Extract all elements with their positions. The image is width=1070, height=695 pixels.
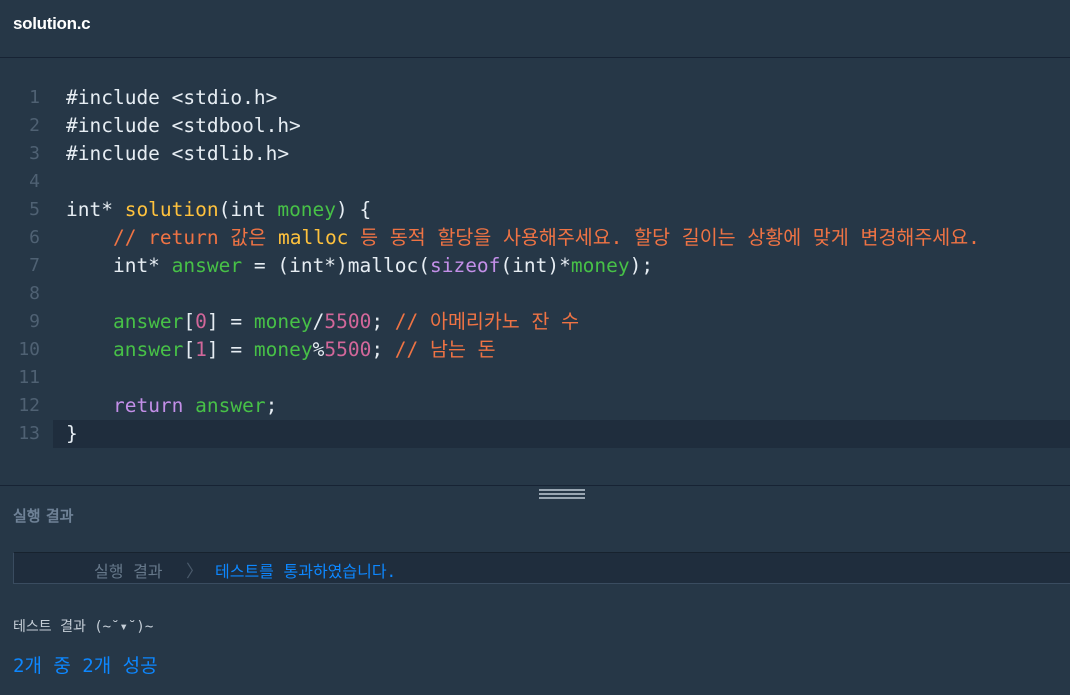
code-text[interactable] — [53, 168, 1070, 196]
code-text[interactable]: int* solution(int money) { — [53, 196, 1070, 224]
code-token: solution — [124, 198, 219, 221]
code-token: [ — [183, 338, 196, 361]
code-token: [ — [183, 310, 196, 333]
status-message: 테스트를 통과하였습니다. — [215, 562, 397, 581]
code-token: return — [112, 394, 184, 417]
code-line[interactable]: 4 — [0, 168, 1070, 196]
code-token: malloc — [277, 226, 349, 249]
code-token: // return 값은 — [66, 226, 278, 249]
line-number: 6 — [29, 227, 40, 248]
code-text[interactable]: #include <stdlib.h> — [53, 140, 1070, 168]
code-text[interactable] — [53, 364, 1070, 392]
code-line[interactable]: 11 — [0, 364, 1070, 392]
code-line[interactable]: 9 answer[0] = money/5500; // 아메리카노 잔 수 — [0, 308, 1070, 336]
code-text[interactable]: int* answer = (int*)malloc(sizeof(int)*m… — [53, 252, 1070, 280]
line-number: 8 — [29, 283, 40, 304]
code-line[interactable]: 5 int* solution(int money) { — [0, 196, 1070, 224]
code-token: 등 동적 할당을 사용해주세요. 할당 길이는 상황에 맞게 변경해주세요. — [348, 226, 980, 249]
run-status-bar: 실행 결과 〉 테스트를 통과하였습니다. — [13, 552, 1070, 584]
code-token: int* — [66, 254, 172, 277]
code-token: ) { — [336, 198, 372, 221]
line-number: 5 — [29, 199, 40, 220]
code-text[interactable]: // return 값은 malloc 등 동적 할당을 사용해주세요. 할당 … — [53, 224, 1070, 252]
code-token: int* — [66, 198, 125, 221]
line-number: 10 — [18, 339, 40, 360]
code-token: #include <stdio.h> — [66, 86, 278, 109]
line-number: 12 — [18, 395, 40, 416]
code-text[interactable]: #include <stdio.h> — [53, 84, 1070, 112]
code-token: #include <stdlib.h> — [66, 142, 290, 165]
code-token: (int)* — [500, 254, 571, 277]
code-token: answer — [112, 338, 184, 361]
code-line[interactable]: 3 #include <stdlib.h> — [0, 140, 1070, 168]
resize-handle-icon[interactable] — [539, 489, 585, 501]
code-text[interactable]: #include <stdbool.h> — [53, 112, 1070, 140]
code-token: 5500 — [324, 338, 372, 361]
status-label: 실행 결과 — [94, 562, 163, 581]
line-number: 2 — [29, 115, 40, 136]
chevron-right-icon: 〉 — [186, 562, 203, 582]
code-text[interactable]: } — [53, 420, 1070, 448]
code-token: ] = — [206, 310, 254, 333]
code-token: answer — [112, 310, 184, 333]
code-token: = (int*)malloc( — [242, 254, 430, 277]
panel-divider — [0, 485, 1070, 486]
code-token: // 아메리카노 잔 수 — [394, 310, 580, 333]
code-token: money — [253, 338, 313, 361]
code-token: answer — [171, 254, 243, 277]
code-token: // 남는 돈 — [394, 338, 496, 361]
line-number: 1 — [29, 87, 40, 108]
code-text[interactable]: answer[1] = money%5500; // 남는 돈 — [53, 336, 1070, 364]
code-line[interactable]: 1 #include <stdio.h> — [0, 84, 1070, 112]
code-line[interactable]: 13} — [0, 420, 1070, 448]
code-token: } — [66, 422, 78, 445]
code-token: (int — [218, 198, 278, 221]
code-token: #include <stdbool.h> — [66, 114, 301, 137]
line-number: 3 — [29, 143, 40, 164]
code-token: sizeof — [429, 254, 501, 277]
code-token: money — [253, 310, 313, 333]
line-number: 7 — [29, 255, 40, 276]
code-token: ] = — [206, 338, 254, 361]
code-token: answer — [195, 394, 266, 417]
test-result-label: 테스트 결과 (~˘▾˘)~ — [13, 619, 154, 635]
file-tab-title[interactable]: solution.c — [13, 14, 91, 34]
code-line[interactable]: 2 #include <stdbool.h> — [0, 112, 1070, 140]
code-token: ; — [371, 310, 395, 333]
code-text[interactable]: return answer; — [53, 392, 1070, 420]
result-panel-title: 실행 결과 — [13, 507, 74, 525]
line-number: 9 — [29, 311, 40, 332]
code-text[interactable]: answer[0] = money/5500; // 아메리카노 잔 수 — [53, 308, 1070, 336]
line-number: 11 — [18, 367, 40, 388]
code-token: 5500 — [324, 310, 372, 333]
line-number: 13 — [18, 423, 40, 444]
code-token: money — [277, 198, 337, 221]
line-number: 4 — [29, 171, 40, 192]
code-line[interactable]: 6 // return 값은 malloc 등 동적 할당을 사용해주세요. 할… — [0, 224, 1070, 252]
code-text[interactable] — [53, 280, 1070, 308]
code-line[interactable]: 10 answer[1] = money%5500; // 남는 돈 — [0, 336, 1070, 364]
code-token: 0 — [195, 310, 207, 333]
code-token: ; — [371, 338, 395, 361]
code-token: / — [312, 310, 325, 333]
code-line[interactable]: 8 — [0, 280, 1070, 308]
code-line[interactable]: 12 return answer; — [0, 392, 1070, 420]
code-token: money — [570, 254, 630, 277]
code-editor[interactable]: 1 #include <stdio.h> 2 #include <stdbool.h>… — [0, 84, 1070, 454]
code-token: % — [312, 338, 325, 361]
code-token: 1 — [195, 338, 207, 361]
code-token: ; — [265, 394, 278, 417]
code-line[interactable]: 7 int* answer = (int*)malloc(sizeof(int)… — [0, 252, 1070, 280]
editor-tab-bar: solution.c — [0, 0, 1070, 58]
code-token: ); — [629, 254, 654, 277]
test-summary: 2개 중 2개 성공 — [13, 655, 158, 677]
